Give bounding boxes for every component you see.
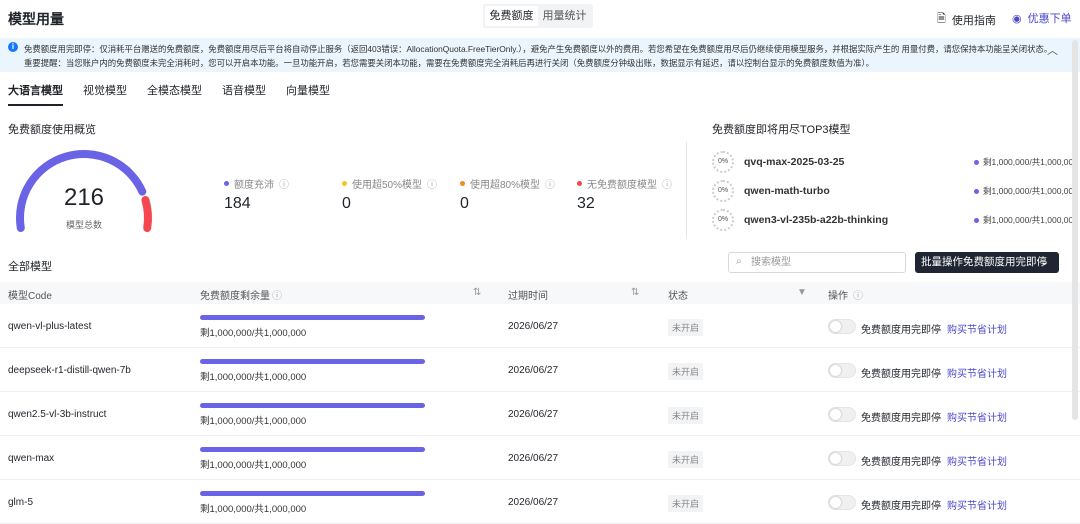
page-title: 模型用量 [8, 11, 64, 27]
stat-item: 使用超50%模型 ⓘ 0 [342, 176, 437, 213]
tab-llm[interactable]: 大语言模型 [8, 82, 63, 106]
seg-usage-stats[interactable]: 用量统计 [538, 6, 591, 26]
quota-progress-bar [200, 359, 425, 364]
chevron-down-icon: ⌄ [1040, 256, 1049, 268]
table-row: qwen2.5-vl-3b-instruct 剩1,000,000/共1,000… [0, 392, 1080, 436]
sort-icon[interactable]: ⇅ [631, 287, 639, 298]
top3-item: 0% qwen-math-turbo 剩1,000,000/共1,000,000 [712, 179, 1080, 203]
sort-icon[interactable]: ⇅ [473, 287, 481, 298]
status-dot-icon [974, 217, 979, 223]
quota-progress-bar [200, 403, 425, 408]
status-badge: 未开启 [668, 319, 704, 336]
top3-item: 0% qwen3-vl-235b-a22b-thinking 剩1,000,000/… [712, 208, 1080, 232]
info-icon: ⓘ [272, 291, 282, 302]
buy-plan-link[interactable]: 购买节省计划 [947, 321, 1007, 336]
coupon-icon: ◉ [1012, 12, 1022, 25]
seg-free-quota[interactable]: 免费额度 [485, 6, 538, 26]
info-icon: ⓘ [279, 180, 289, 191]
document-icon: 🗎 [937, 13, 946, 25]
info-icon: ⓘ [662, 180, 672, 191]
info-icon: i [8, 42, 18, 52]
notice-banner: 免费额度用完即停：仅消耗平台赠送的免费额度，免费额度用尽后平台将自动停止服务（返… [0, 38, 1080, 72]
model-tabs: 大语言模型 视觉模型 全模态模型 语音模型 向量模型 [8, 82, 330, 106]
usage-ring: 0% [712, 180, 734, 202]
search-input[interactable]: 搜索模型 [728, 252, 906, 273]
view-switch: 免费额度 用量统计 [483, 4, 593, 28]
table-row: deepseek-r1-distill-qwen-7b 剩1,000,000/共… [0, 348, 1080, 392]
guide-link[interactable]: 🗎 使用指南 [937, 10, 996, 29]
stat-item: 使用超80%模型 ⓘ 0 [460, 176, 555, 213]
scrollbar[interactable] [1072, 40, 1078, 420]
gauge-total: 216 [63, 184, 105, 211]
stop-toggle[interactable] [828, 495, 856, 510]
stat-item: 额度充沛 ⓘ 184 [224, 176, 289, 213]
status-dot-icon [974, 188, 979, 194]
usage-ring: 0% [712, 151, 734, 173]
search-icon: ⌕ [736, 256, 742, 267]
quota-progress-bar [200, 491, 425, 496]
table-row: glm-5 剩1,000,000/共1,000,000 2026/06/27 未… [0, 480, 1080, 524]
status-dot-icon [342, 181, 347, 186]
overview-title: 免费额度使用概览 [8, 124, 96, 136]
tab-speech[interactable]: 语音模型 [222, 82, 266, 106]
tab-vision[interactable]: 视觉模型 [83, 82, 127, 106]
stop-toggle[interactable] [828, 319, 856, 334]
usage-ring: 0% [712, 209, 734, 231]
filter-icon[interactable]: ▼ [797, 287, 807, 298]
gauge-arc-no-quota [141, 196, 152, 233]
all-models-title: 全部模型 [8, 261, 52, 273]
status-badge: 未开启 [668, 407, 704, 424]
batch-action-button[interactable]: 批量操作免费额度用完即停 ⌄ [915, 252, 1059, 273]
table-row: qwen-max 剩1,000,000/共1,000,000 2026/06/2… [0, 436, 1080, 480]
status-badge: 未开启 [668, 451, 704, 468]
table-header: 模型Code 免费额度剩余量 ⓘ ⇅ 过期时间 ⇅ 状态 ▼ 操作 ⓘ [0, 282, 1080, 304]
info-icon: ⓘ [427, 180, 438, 191]
status-dot-icon [224, 181, 229, 186]
stop-toggle[interactable] [828, 451, 856, 466]
buy-plan-link[interactable]: 购买节省计划 [947, 365, 1007, 380]
info-icon: ⓘ [545, 180, 556, 191]
top3-item: 0% qvq-max-2025-03-25 剩1,000,000/共1,000,00… [712, 150, 1080, 174]
tab-omni[interactable]: 全模态模型 [147, 82, 202, 106]
order-link[interactable]: ◉ 优惠下单 [1012, 10, 1072, 26]
quota-progress-bar [200, 447, 425, 452]
buy-plan-link[interactable]: 购买节省计划 [947, 453, 1007, 468]
collapse-chevron-icon[interactable]: ︿ [1047, 42, 1058, 58]
top3-title: 免费额度即将用尽TOP3模型 [712, 124, 851, 136]
status-dot-icon [460, 181, 465, 186]
table-row: qwen-vl-plus-latest 剩1,000,000/共1,000,00… [0, 304, 1080, 348]
info-icon: ⓘ [853, 291, 863, 302]
status-badge: 未开启 [668, 363, 704, 380]
status-dot-icon [974, 159, 979, 165]
stop-toggle[interactable] [828, 363, 856, 378]
status-dot-icon [577, 181, 582, 186]
quota-progress-bar [200, 315, 425, 320]
buy-plan-link[interactable]: 购买节省计划 [947, 409, 1007, 424]
divider [686, 142, 687, 238]
stop-toggle[interactable] [828, 407, 856, 422]
status-badge: 未开启 [668, 495, 704, 512]
tab-embedding[interactable]: 向量模型 [286, 82, 330, 106]
stat-item: 无免费额度模型 ⓘ 32 [577, 176, 672, 213]
gauge-total-label: 模型总数 [65, 220, 102, 230]
